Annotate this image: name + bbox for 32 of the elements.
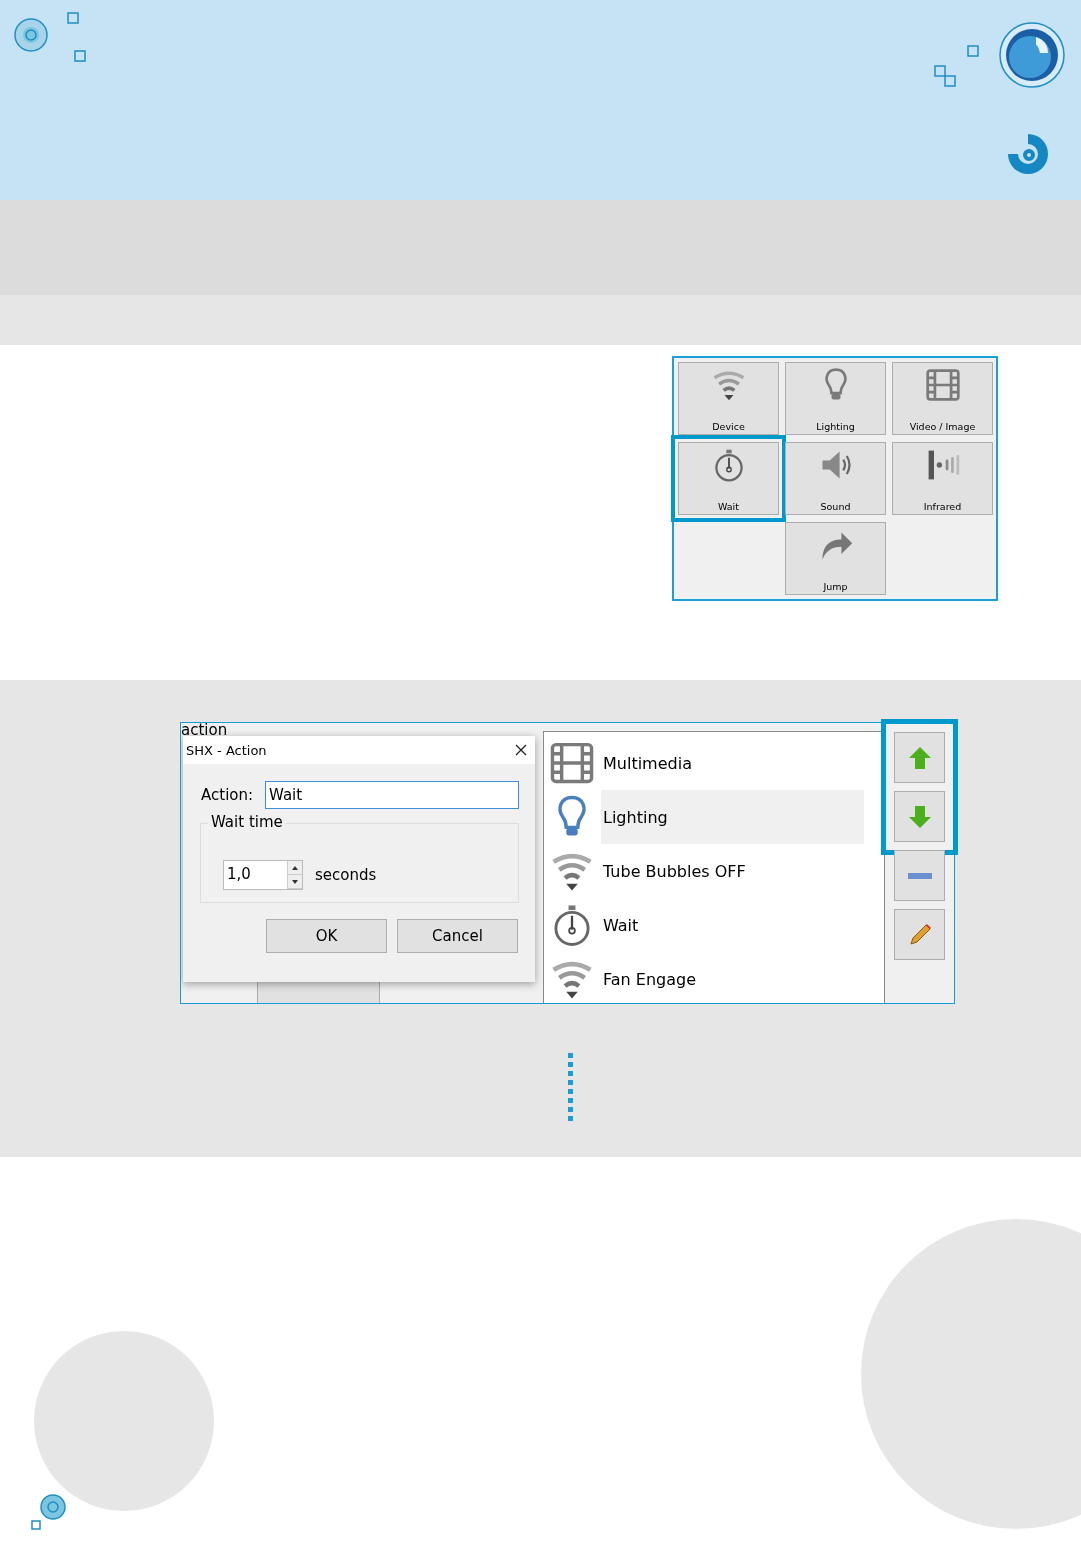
action-list-item[interactable]: Wait xyxy=(601,898,864,952)
film-strip-icon xyxy=(924,367,961,403)
section-label: action xyxy=(181,723,228,739)
dialog-button[interactable]: Cancel xyxy=(397,919,518,953)
action-list-item[interactable]: Multimedia xyxy=(601,736,864,790)
action-input-field[interactable]: Wait xyxy=(265,781,519,809)
action-tile[interactable]: Lighting xyxy=(785,362,886,435)
field-label: Action: xyxy=(201,786,254,804)
action-list-item[interactable]: Tube Bubbles OFF xyxy=(601,844,864,898)
up-button[interactable] xyxy=(894,732,945,783)
minus-icon xyxy=(906,871,933,880)
action-tile[interactable]: Video / Image xyxy=(892,362,993,435)
action-tile[interactable]: Sound xyxy=(785,442,886,515)
action-tile[interactable]: Device xyxy=(678,362,779,435)
lens-circle-icon xyxy=(998,21,1066,89)
action-tile[interactable]: Jump xyxy=(785,522,886,595)
spin-up-icon[interactable] xyxy=(292,865,298,870)
spin-down-icon[interactable] xyxy=(292,879,298,884)
remove-button[interactable] xyxy=(894,850,945,901)
close-icon[interactable] xyxy=(515,744,527,756)
dialog-title: SHX - Action xyxy=(186,742,267,758)
edit-button[interactable] xyxy=(894,909,945,960)
unit-label: seconds xyxy=(315,866,377,884)
action-tile[interactable]: Infrared xyxy=(892,442,993,515)
film-strip-icon xyxy=(549,740,595,786)
action-list-item[interactable]: Lighting xyxy=(601,790,864,844)
down-button[interactable] xyxy=(894,791,945,842)
wait-time-spinbox[interactable]: 1,0 xyxy=(223,860,303,890)
action-list-item[interactable]: Fan Engage xyxy=(601,952,864,1003)
decorative-squares-drawing xyxy=(933,44,981,88)
dotted-line xyxy=(568,1053,574,1121)
dialog-button[interactable]: OK xyxy=(266,919,387,953)
